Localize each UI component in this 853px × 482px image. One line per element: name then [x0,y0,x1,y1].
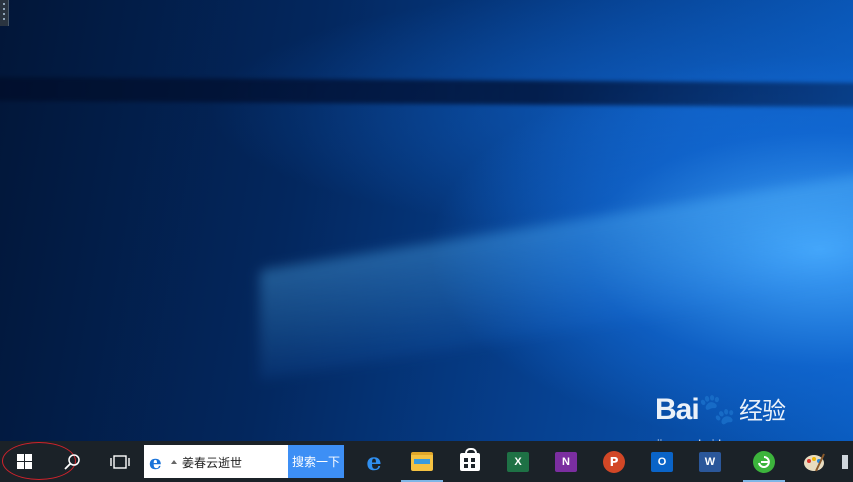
start-button[interactable] [0,441,48,482]
taskbar-overflow[interactable] [836,441,853,482]
taskbar-app-paint[interactable] [790,441,838,482]
search-button[interactable] [48,441,96,482]
search-box-text: 姜春云逝世 [182,456,243,470]
taskbar-app-word[interactable]: W [686,441,734,482]
task-view-icon [110,454,130,469]
outlook-icon: O [651,451,673,472]
green-browser-icon [753,450,775,473]
watermark-logo-suffix: 经验 [739,398,786,425]
taskbar-app-edge[interactable]: e [350,441,398,482]
word-icon: W [699,451,721,472]
baidu-search-box[interactable]: e 姜春云逝世 [144,445,288,478]
edge-icon: e [366,447,382,476]
desktop-wallpaper [0,0,853,441]
folder-icon [411,452,433,471]
search-go-button[interactable]: 搜索一下 [288,445,344,478]
browser-swirl-icon [758,455,770,468]
powerpoint-icon: P [603,450,625,473]
chevron-up-icon[interactable] [171,460,177,464]
palette-icon [804,453,825,471]
paw-icon: 🐾 [698,393,736,426]
task-view-button[interactable] [96,441,144,482]
onenote-icon: N [555,451,577,472]
store-icon [460,447,480,471]
taskbar-app-file-explorer[interactable] [398,441,446,482]
taskbar-app-onenote[interactable]: N [542,441,590,482]
search-icon [64,453,80,470]
ie-icon: e [149,450,162,474]
taskbar-app-360-browser[interactable] [740,441,788,482]
wallpaper-light-plane [260,149,853,381]
wallpaper-dark-beam [0,76,853,108]
overflow-icon [841,454,848,469]
taskbar-app-store[interactable] [446,441,494,482]
watermark-logo-text: Bai [655,393,700,426]
excel-icon: X [507,451,529,472]
taskbar-app-outlook[interactable]: O [638,441,686,482]
corner-handle[interactable] [0,0,9,26]
taskbar-app-powerpoint[interactable]: P [590,441,638,482]
watermark-logo: Bai🐾 经验 [655,393,786,427]
windows-logo-icon [16,454,32,469]
taskbar-app-excel[interactable]: X [494,441,542,482]
